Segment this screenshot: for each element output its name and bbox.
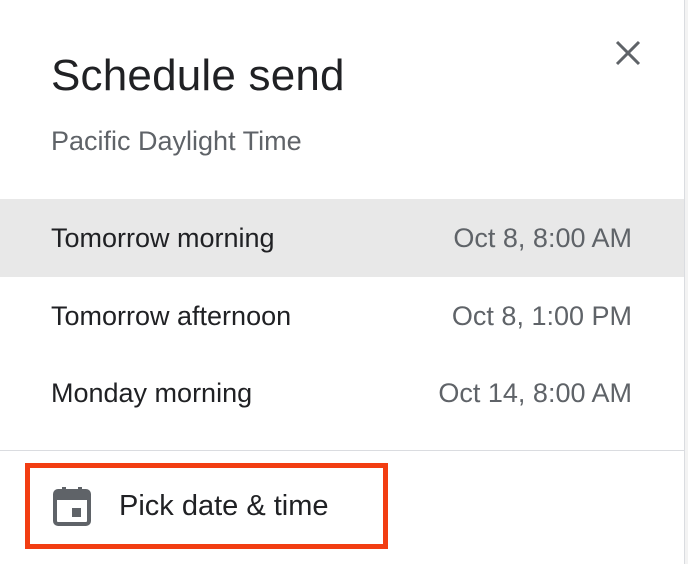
calendar-icon <box>52 486 92 526</box>
option-time: Oct 14, 8:00 AM <box>438 377 632 408</box>
close-button[interactable] <box>605 32 651 78</box>
option-tomorrow-afternoon[interactable]: Tomorrow afternoon Oct 8, 1:00 PM <box>0 277 684 355</box>
option-label: Monday morning <box>51 377 253 408</box>
screen: Schedule send Pacific Daylight Time Tomo… <box>0 0 688 564</box>
dialog-title: Schedule send <box>51 51 345 100</box>
option-time: Oct 8, 1:00 PM <box>451 300 632 331</box>
option-label: Tomorrow afternoon <box>51 300 292 331</box>
option-label: Tomorrow morning <box>51 222 275 253</box>
timezone-label: Pacific Daylight Time <box>51 126 302 156</box>
pick-date-time-button[interactable]: Pick date & time <box>25 463 388 549</box>
option-monday-morning[interactable]: Monday morning Oct 14, 8:00 AM <box>0 354 684 432</box>
option-time: Oct 8, 8:00 AM <box>453 222 632 253</box>
divider <box>0 450 684 451</box>
option-tomorrow-morning[interactable]: Tomorrow morning Oct 8, 8:00 AM <box>0 199 684 277</box>
close-icon <box>614 39 642 72</box>
schedule-send-dialog: Schedule send Pacific Daylight Time Tomo… <box>0 0 685 564</box>
pick-date-time-label: Pick date & time <box>119 489 329 522</box>
